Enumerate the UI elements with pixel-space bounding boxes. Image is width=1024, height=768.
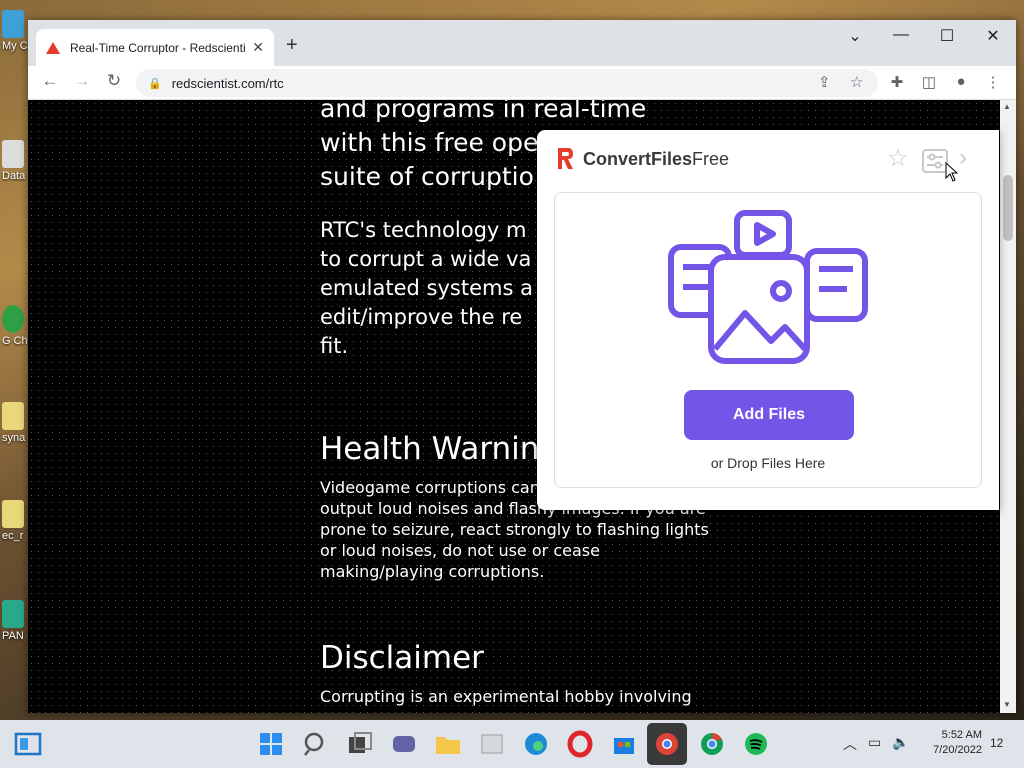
teams-chat-icon[interactable] (390, 730, 418, 758)
files-app-icon[interactable] (478, 730, 506, 758)
system-clock[interactable]: 5:52 AM 7/20/2022 (914, 728, 982, 758)
microsoft-store-icon[interactable] (610, 730, 638, 758)
scrollbar-thumb[interactable] (1003, 175, 1013, 241)
app-icon (2, 600, 24, 628)
back-button[interactable]: ← (38, 71, 62, 91)
disclaimer-text: Corrupting is an experimental hobby invo… (320, 687, 692, 706)
new-tab-button[interactable]: + (286, 34, 298, 57)
desktop-icon-chrome[interactable]: G Ch (2, 305, 28, 347)
clock-time: 5:52 AM (941, 729, 982, 741)
file-explorer-icon[interactable] (434, 730, 462, 758)
chrome-active-icon[interactable] (653, 730, 681, 758)
file-icon (2, 402, 24, 430)
task-view-desktop-icon[interactable] (14, 730, 42, 758)
start-windows-icon[interactable] (257, 730, 285, 758)
bookmark-star-icon[interactable]: ☆ (850, 73, 863, 91)
scroll-down-arrow-icon[interactable]: ▼ (1003, 700, 1011, 709)
add-files-button[interactable]: Add Files (684, 390, 854, 440)
page-scrollbar[interactable]: ▲ ▼ (1000, 100, 1016, 713)
text-line: and programs in real-time (320, 100, 647, 123)
tab-active[interactable]: Real-Time Corruptor - Redscientist ✕ (36, 29, 274, 66)
side-panel-icon[interactable]: ◫ (918, 73, 940, 91)
desktop-icon-label: PAN (2, 630, 24, 642)
desktop-icon-pan[interactable]: PAN (2, 600, 28, 642)
text-line: making/playing corruptions. (320, 562, 545, 581)
reload-button[interactable]: ↻ (102, 71, 126, 91)
edge-browser-icon[interactable] (522, 730, 550, 758)
mouse-cursor-icon (945, 162, 959, 182)
search-icon[interactable] (302, 730, 330, 758)
desktop-icon-data[interactable]: Data (2, 140, 28, 182)
tab-close-icon[interactable]: ✕ (252, 39, 264, 56)
tray-overflow-chevron-icon[interactable]: ︿ (843, 734, 857, 754)
chevron-right-icon[interactable]: › (959, 144, 967, 172)
desktop-icon-label: My C (2, 40, 28, 52)
tab-search-button[interactable]: ⌄ (832, 26, 878, 46)
chrome-icon[interactable] (698, 730, 726, 758)
address-bar[interactable]: 🔒 redscientist.com/rtc (136, 69, 878, 97)
close-window-button[interactable]: ✕ (970, 26, 1016, 46)
scroll-up-arrow-icon[interactable]: ▲ (1003, 102, 1011, 111)
notification-count[interactable]: 12 (990, 736, 1003, 750)
clock-date: 7/20/2022 (933, 744, 982, 756)
task-view-icon[interactable] (346, 730, 374, 758)
convertfilesfree-logo-icon (558, 148, 573, 169)
tab-title: Real-Time Corruptor - Redscientist (70, 40, 247, 55)
file-drop-zone[interactable]: Add Files or Drop Files Here (554, 192, 982, 488)
drop-files-hint: or Drop Files Here (710, 455, 826, 471)
profile-avatar-icon[interactable]: ● (950, 73, 972, 90)
text-line: prone to seizure, react strongly to flas… (320, 520, 709, 539)
share-icon[interactable]: ⇪ (818, 73, 831, 91)
disclaimer-heading: Disclaimer (320, 640, 484, 676)
network-icon[interactable]: ▭ (868, 734, 881, 751)
brand-name: ConvertFilesFree (583, 149, 729, 170)
desktop-icon-label: syna (2, 432, 26, 444)
brand-name-bold: ConvertFiles (583, 148, 693, 169)
extensions-puzzle-icon[interactable]: ✚ (886, 73, 908, 91)
browser-toolbar: ← → ↻ 🔒 redscientist.com/rtc ⇪ ☆ ✚ ◫ ● ⋮ (28, 66, 1016, 100)
brand-name-rest: Free (692, 148, 730, 169)
desktop-icon-label: G Ch (2, 335, 28, 347)
forward-button[interactable]: → (70, 71, 94, 91)
desktop-icon-my-computer[interactable]: My C (2, 10, 28, 52)
lock-icon[interactable]: 🔒 (148, 77, 162, 90)
volume-icon[interactable]: 🔈 (892, 734, 909, 751)
menu-kebab-icon[interactable]: ⋮ (982, 73, 1004, 91)
text-line: or loud noises, do not use or cease (320, 541, 600, 560)
desktop-icon-label: ec_r (2, 530, 24, 542)
redscientist-favicon-icon (46, 41, 60, 54)
file-icon (2, 500, 24, 528)
desktop-icon-ec[interactable]: ec_r (2, 500, 28, 542)
opera-browser-icon[interactable] (566, 730, 594, 758)
chrome-icon (2, 305, 24, 333)
maximize-button[interactable]: ☐ (924, 26, 970, 46)
tab-strip: Real-Time Corruptor - Redscientist ✕ + ⌄… (28, 20, 1016, 66)
desktop-icon-label: Data (2, 170, 26, 182)
address-url: redscientist.com/rtc (171, 75, 284, 91)
taskbar: ︿ ▭ 🔈 5:52 AM 7/20/2022 12 (0, 720, 1024, 768)
minimize-button[interactable]: — (878, 26, 924, 44)
brand: ConvertFilesFree (555, 146, 729, 172)
extension-popup: ConvertFilesFree ☆ › Add Files or Drop F… (537, 130, 999, 510)
files-illustration-icon (668, 210, 868, 364)
shortcut-icon (2, 140, 24, 168)
desktop-icon-syna[interactable]: syna (2, 402, 28, 444)
favorite-star-icon[interactable]: ☆ (887, 144, 909, 173)
computer-icon (2, 10, 24, 38)
spotify-icon[interactable] (742, 730, 770, 758)
